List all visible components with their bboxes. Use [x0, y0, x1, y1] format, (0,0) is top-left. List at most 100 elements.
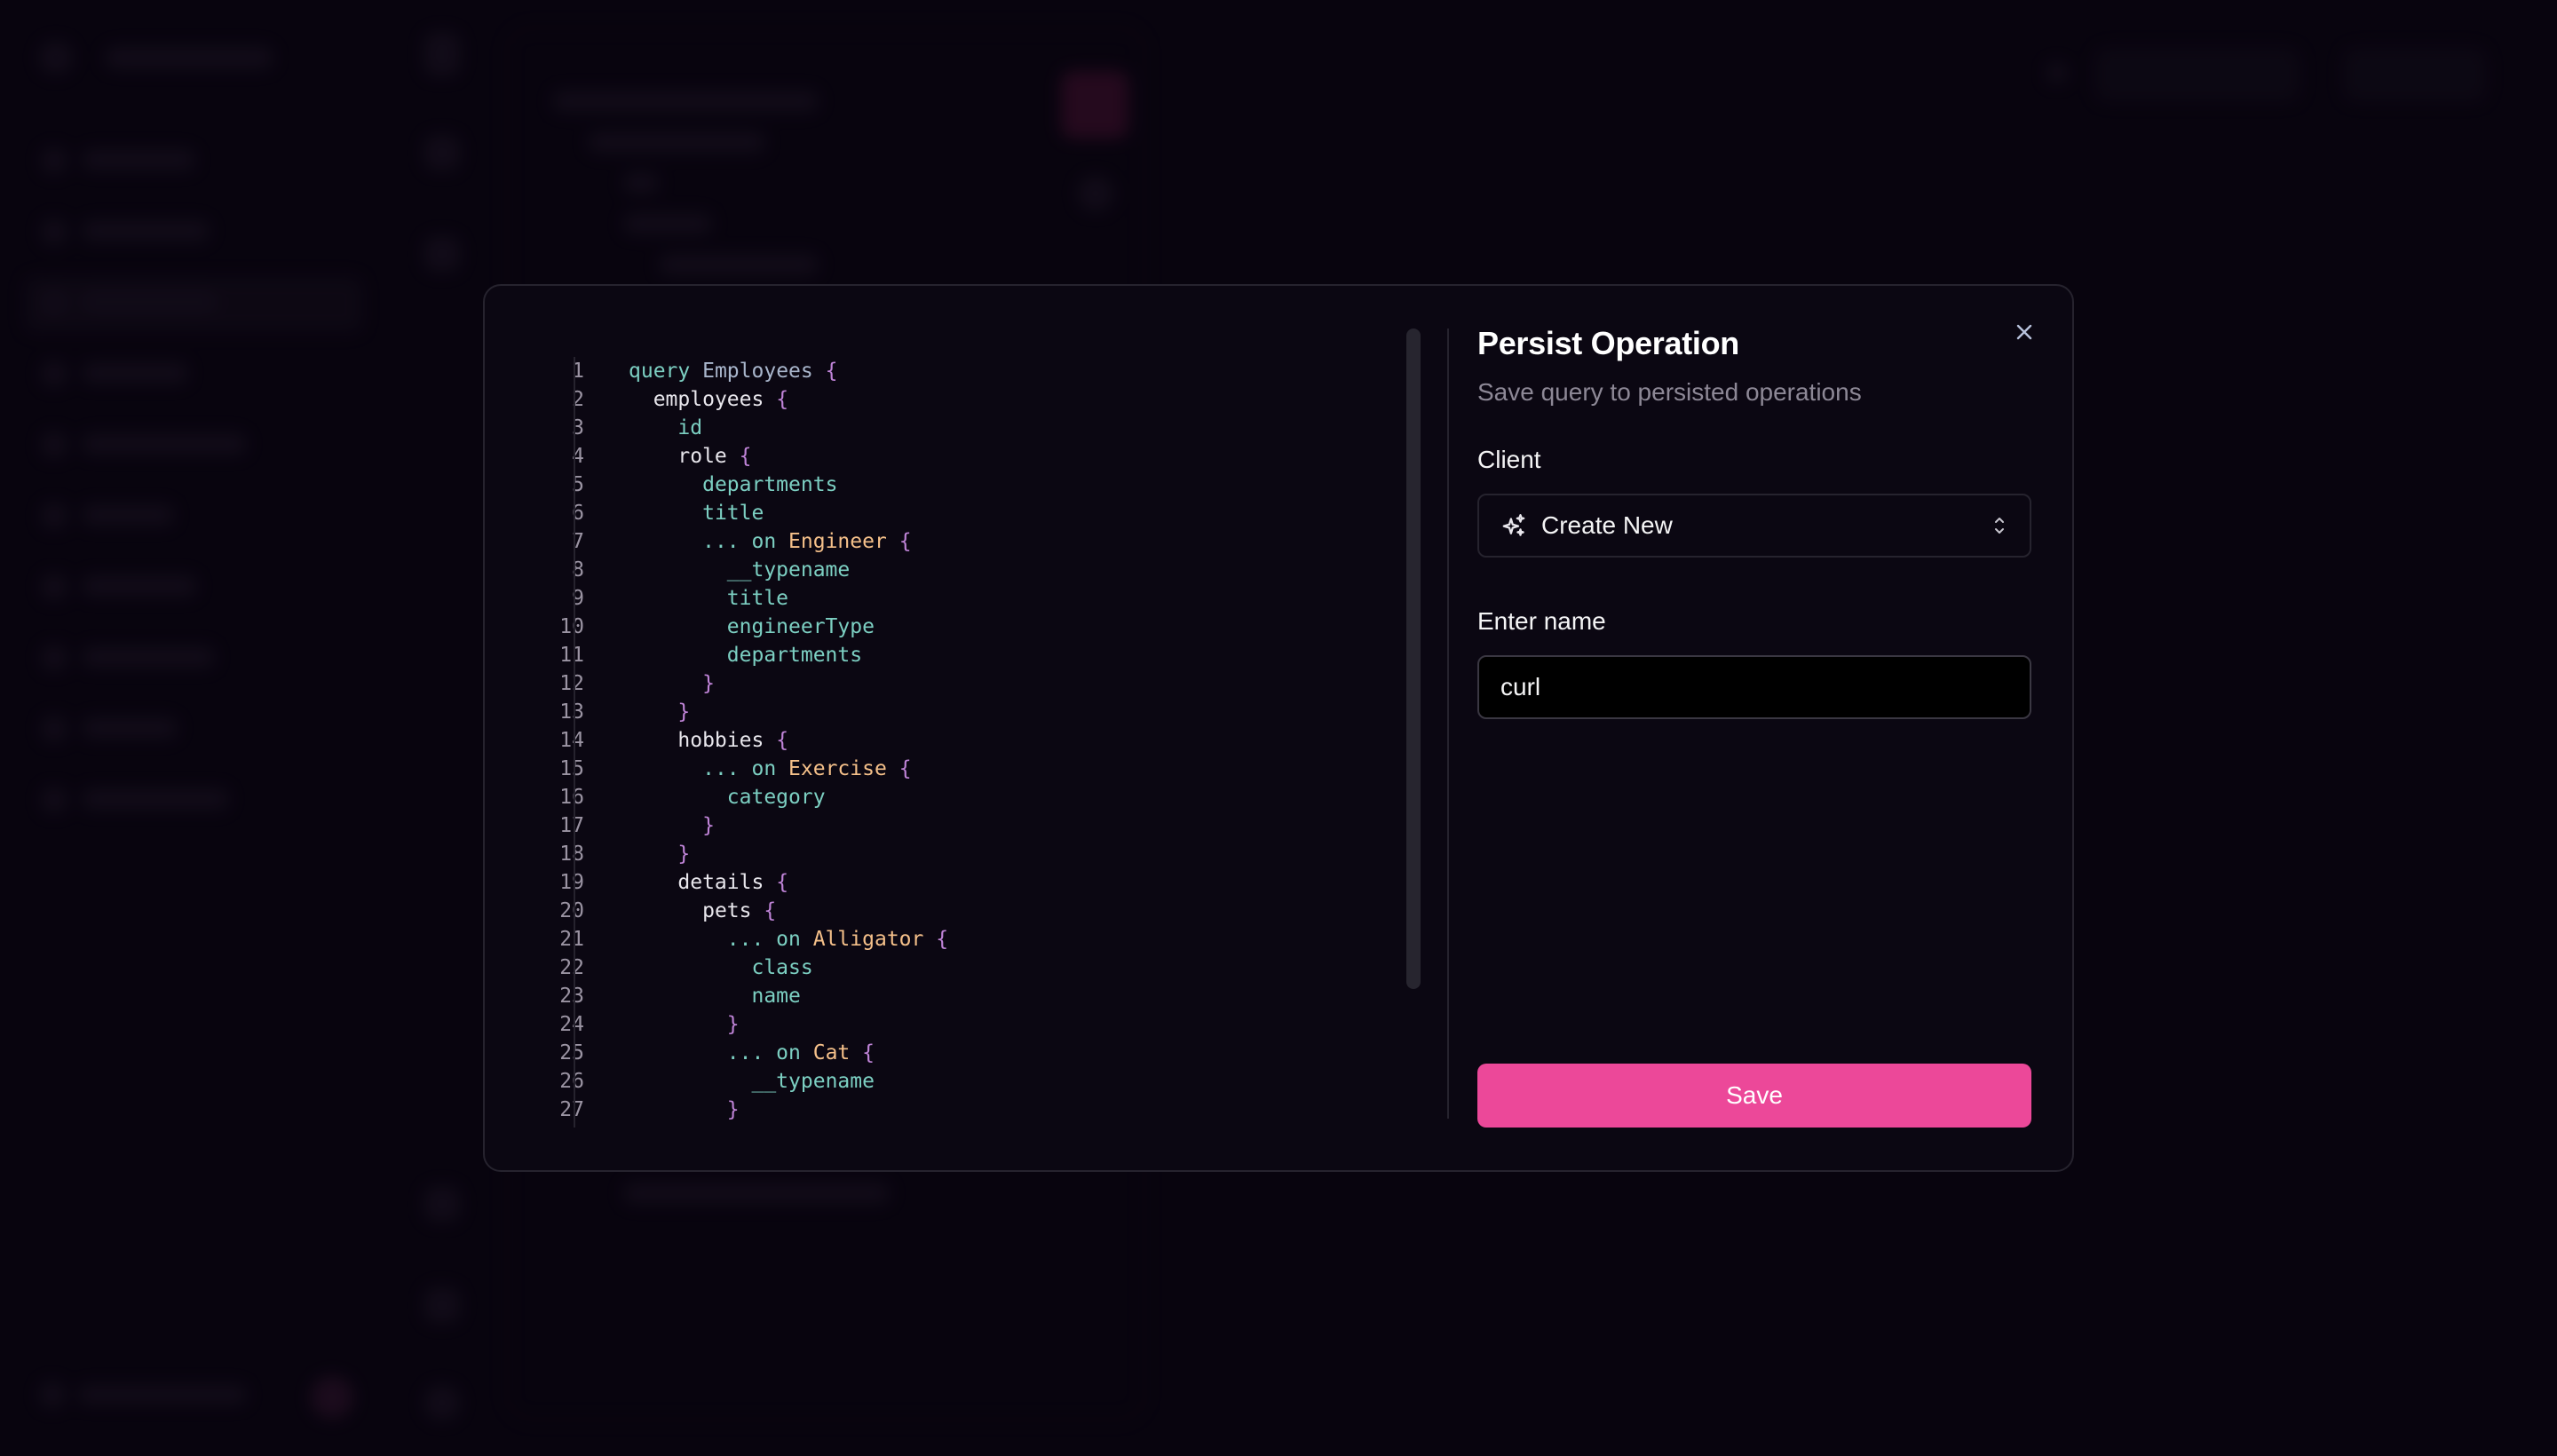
- line-number: 23: [559, 985, 584, 1008]
- code-token: employees: [653, 388, 764, 411]
- code-token: {: [899, 757, 912, 780]
- code-token: departments: [702, 473, 838, 496]
- code-gutter-line: [574, 357, 575, 1128]
- code-line: 12 }: [520, 669, 1408, 698]
- dialog-title: Persist Operation: [1477, 325, 1739, 361]
- name-input[interactable]: [1500, 673, 2008, 701]
- code-line: 6 title: [520, 499, 1408, 527]
- line-number: 19: [559, 871, 584, 894]
- code-token: {: [764, 899, 777, 922]
- code-token: }: [677, 843, 691, 866]
- persist-form: Persist Operation Save query to persiste…: [1477, 325, 2031, 719]
- code-text: details {: [600, 871, 788, 894]
- code-token: Engineer: [788, 530, 887, 553]
- code-token: engineerType: [726, 615, 875, 638]
- code-text: employees {: [600, 388, 788, 411]
- code-token: }: [702, 814, 715, 837]
- code-token: Exercise: [788, 757, 887, 780]
- code-line: 8 __typename: [520, 556, 1408, 584]
- line-number: 5: [572, 473, 584, 496]
- sparkles-icon: [1502, 514, 1525, 536]
- code-text: hobbies {: [600, 729, 788, 752]
- code-token: {: [776, 871, 789, 894]
- code-text: ... on Exercise {: [600, 757, 912, 780]
- code-token: }: [726, 1013, 740, 1036]
- client-label: Client: [1477, 446, 1541, 473]
- code-token: Alligator: [812, 928, 924, 951]
- code-text: title: [600, 502, 764, 525]
- code-token: pets: [702, 899, 752, 922]
- line-number: 4: [572, 445, 584, 468]
- code-line: 18 }: [520, 840, 1408, 868]
- name-label: Enter name: [1477, 607, 1606, 635]
- persist-operation-dialog: 1 query Employees {2 employees {3 id 4 rol…: [483, 284, 2074, 1172]
- code-text: name: [600, 985, 801, 1008]
- code-token: ... on: [726, 928, 801, 951]
- code-token: Cat: [812, 1041, 851, 1064]
- code-text: ... on Engineer {: [600, 530, 911, 553]
- code-text: departments: [600, 473, 837, 496]
- line-number: 6: [572, 502, 584, 525]
- code-line: 23 name: [520, 982, 1408, 1010]
- line-number: 9: [572, 587, 584, 610]
- code-token: {: [739, 445, 752, 468]
- code-line: 9 title: [520, 584, 1408, 613]
- code-token: {: [825, 360, 838, 383]
- code-token: category: [726, 786, 826, 809]
- code-line: 21 ... on Alligator {: [520, 925, 1408, 954]
- code-token: name: [751, 985, 801, 1008]
- code-line: 13 }: [520, 698, 1408, 726]
- panel-divider: [1447, 328, 1449, 1119]
- line-number: 15: [559, 757, 584, 780]
- save-button[interactable]: Save: [1477, 1064, 2031, 1128]
- code-text: id: [600, 416, 702, 439]
- code-text: departments: [600, 644, 862, 667]
- code-token: details: [677, 871, 764, 894]
- code-text: __typename: [600, 558, 850, 582]
- line-number: 20: [559, 899, 584, 922]
- code-text: }: [600, 1098, 740, 1121]
- code-token: }: [726, 1098, 740, 1121]
- code-token: title: [702, 502, 764, 525]
- code-token: ... on: [702, 757, 777, 780]
- code-text: }: [600, 843, 690, 866]
- code-token: }: [677, 700, 691, 724]
- code-token: {: [776, 388, 789, 411]
- code-line: 26 __typename: [520, 1067, 1408, 1096]
- code-line: 22 class: [520, 954, 1408, 982]
- line-number: 18: [559, 843, 584, 866]
- code-scrollbar[interactable]: [1406, 328, 1421, 989]
- line-number: 12: [559, 672, 584, 695]
- code-text: role {: [600, 445, 752, 468]
- code-text: ... on Alligator {: [600, 928, 948, 951]
- code-line: 4 role {: [520, 442, 1408, 471]
- code-token: id: [677, 416, 703, 439]
- code-text: ... on Cat {: [600, 1041, 875, 1064]
- client-select[interactable]: Create New: [1477, 494, 2031, 558]
- line-number: 17: [559, 814, 584, 837]
- name-input-wrapper: [1477, 655, 2031, 719]
- line-number: 2: [572, 388, 584, 411]
